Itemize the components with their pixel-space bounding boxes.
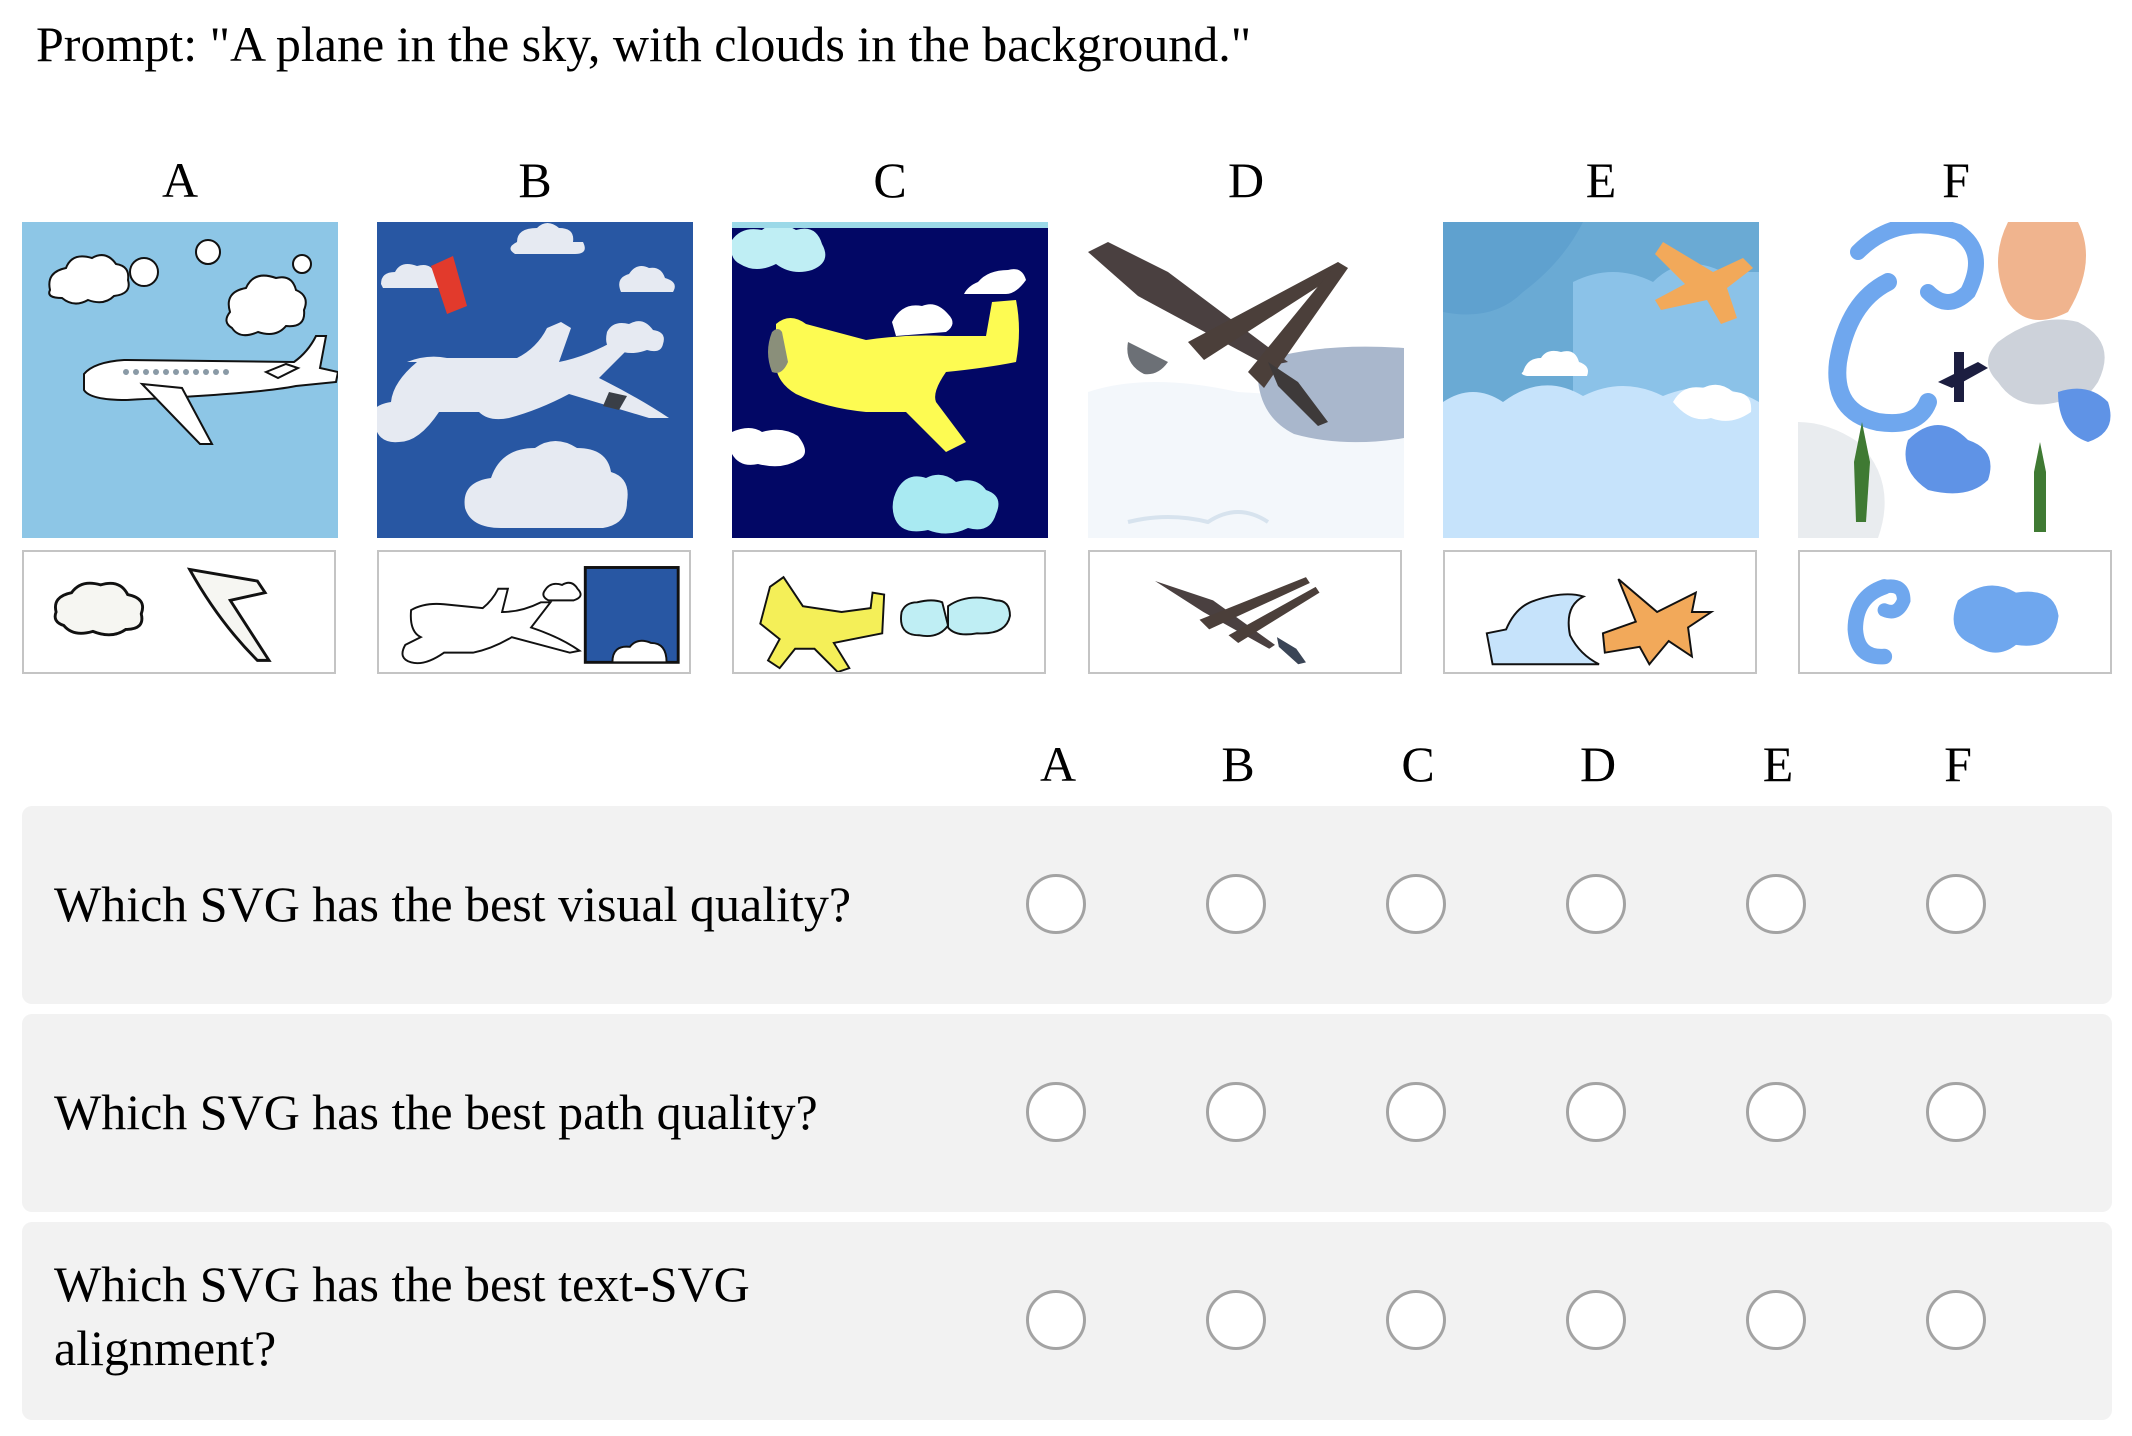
column-label-e: E bbox=[1585, 152, 1617, 208]
svg-thumbnail-a bbox=[22, 222, 338, 538]
question-row-visual-quality: Which SVG has the best visual quality? bbox=[22, 806, 2112, 1004]
svg-parts-f bbox=[1798, 550, 2112, 674]
column-label-f: F bbox=[1942, 152, 1970, 208]
radio-d[interactable] bbox=[1566, 874, 1626, 934]
radio-a[interactable] bbox=[1026, 1082, 1086, 1142]
column-label-b: B bbox=[518, 152, 552, 208]
radio-d[interactable] bbox=[1566, 1290, 1626, 1350]
svg-parts-d bbox=[1088, 550, 1402, 674]
radio-e[interactable] bbox=[1746, 1290, 1806, 1350]
question-row-text-svg-alignment: Which SVG has the best text-SVG alignmen… bbox=[22, 1222, 2112, 1420]
question-text: Which SVG has the best text-SVG alignmen… bbox=[54, 1256, 750, 1376]
option-label-f: F bbox=[1944, 736, 1972, 792]
svg-parts-a bbox=[22, 550, 336, 674]
svg-parts-e bbox=[1443, 550, 1757, 674]
svg-thumbnail-e bbox=[1443, 222, 1759, 538]
radio-a[interactable] bbox=[1026, 1290, 1086, 1350]
question-text: Which SVG has the best visual quality? bbox=[54, 876, 852, 932]
option-label-d: D bbox=[1579, 736, 1617, 792]
radio-b[interactable] bbox=[1206, 874, 1266, 934]
radio-f[interactable] bbox=[1926, 874, 1986, 934]
option-label-b: B bbox=[1221, 736, 1255, 792]
radio-e[interactable] bbox=[1746, 1082, 1806, 1142]
svg-thumbnail-d bbox=[1088, 222, 1404, 538]
svg-thumbnail-c bbox=[732, 222, 1048, 538]
option-label-e: E bbox=[1762, 736, 1794, 792]
radio-c[interactable] bbox=[1386, 1290, 1446, 1350]
radio-c[interactable] bbox=[1386, 874, 1446, 934]
svg-parts-c bbox=[732, 550, 1046, 674]
prompt-text: Prompt: "A plane in the sky, with clouds… bbox=[36, 16, 1252, 72]
radio-b[interactable] bbox=[1206, 1290, 1266, 1350]
radio-d[interactable] bbox=[1566, 1082, 1626, 1142]
column-label-a: A bbox=[161, 152, 199, 208]
radio-f[interactable] bbox=[1926, 1290, 1986, 1350]
radio-c[interactable] bbox=[1386, 1082, 1446, 1142]
column-label-d: D bbox=[1227, 152, 1265, 208]
svg-thumbnail-f bbox=[1798, 222, 2114, 538]
radio-e[interactable] bbox=[1746, 874, 1806, 934]
radio-b[interactable] bbox=[1206, 1082, 1266, 1142]
column-label-c: C bbox=[873, 152, 907, 208]
option-label-a: A bbox=[1039, 736, 1077, 792]
question-row-path-quality: Which SVG has the best path quality? bbox=[22, 1014, 2112, 1212]
option-label-c: C bbox=[1401, 736, 1435, 792]
svg-thumbnail-b bbox=[377, 222, 693, 538]
radio-f[interactable] bbox=[1926, 1082, 1986, 1142]
question-text: Which SVG has the best path quality? bbox=[54, 1084, 818, 1140]
radio-a[interactable] bbox=[1026, 874, 1086, 934]
svg-parts-b bbox=[377, 550, 691, 674]
